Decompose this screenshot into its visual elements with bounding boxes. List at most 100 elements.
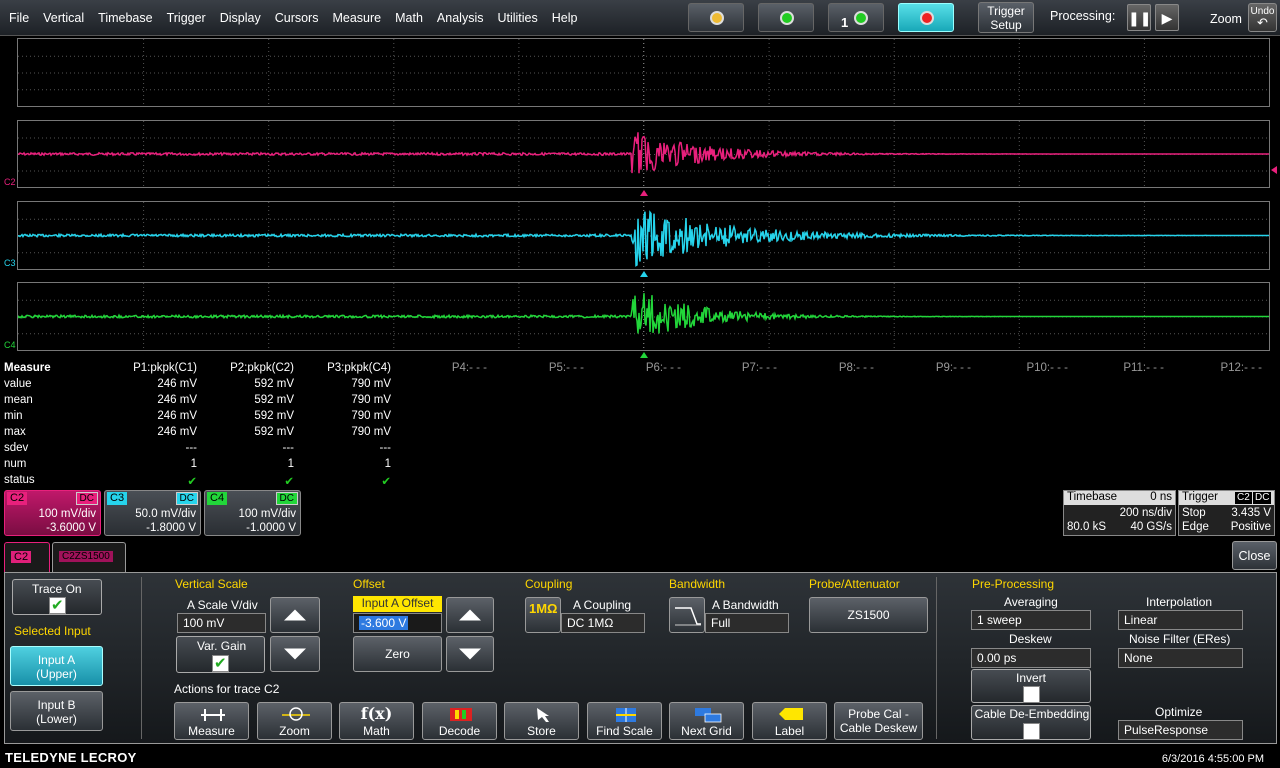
optimize-field[interactable]: PulseResponse xyxy=(1118,720,1243,740)
param-p8-name[interactable]: P8:- - - xyxy=(784,362,874,374)
auto-trigger-button[interactable] xyxy=(688,3,744,32)
action-store-button[interactable]: Store xyxy=(504,702,579,740)
menu-timebase[interactable]: Timebase xyxy=(91,0,159,36)
action-decode-label: Decode xyxy=(438,724,481,738)
trigger-slope: Positive xyxy=(1230,521,1271,533)
a-bandwidth-field[interactable]: Full xyxy=(705,613,789,633)
probe-button[interactable]: ZS1500 xyxy=(809,597,928,633)
single-trigger-icon xyxy=(854,11,868,25)
trace-on-box[interactable]: Trace On xyxy=(12,579,102,615)
measure-cell-p1-mean: 246 mV xyxy=(157,394,197,406)
action-math-button[interactable]: f(x) Math xyxy=(339,702,414,740)
tab-c2[interactable]: C2 xyxy=(4,542,50,572)
menu-measure[interactable]: Measure xyxy=(325,0,388,36)
noise-filter-field[interactable]: None xyxy=(1118,648,1243,668)
scale-down-button[interactable] xyxy=(270,636,320,672)
bandwidth-icon-button[interactable] xyxy=(669,597,705,633)
param-p4-name[interactable]: P4:- - - xyxy=(397,362,487,374)
pause-button[interactable]: ❚❚ xyxy=(1127,4,1151,31)
param-p7-name[interactable]: P7:- - - xyxy=(687,362,777,374)
trace-on-checkbox[interactable] xyxy=(49,596,66,614)
zero-offset-button[interactable]: Zero xyxy=(353,636,442,672)
timebase-descriptor[interactable]: Timebase 0 ns 200 ns/div 80.0 kS 40 GS/s xyxy=(1063,490,1176,536)
input-b-line2: (Lower) xyxy=(36,712,77,726)
c4-descriptor[interactable]: C4 DC 100 mV/div -1.0000 V xyxy=(204,490,301,536)
c2-descriptor[interactable]: C2 DC 100 mV/div -3.6000 V xyxy=(4,490,101,536)
scale-up-button[interactable] xyxy=(270,597,320,633)
action-label-button[interactable]: Label xyxy=(752,702,827,740)
menu-help[interactable]: Help xyxy=(545,0,585,36)
param-p12-name[interactable]: P12:- - - xyxy=(1172,362,1262,374)
input-b-button[interactable]: Input B (Lower) xyxy=(10,691,103,731)
param-p9-name[interactable]: P9:- - - xyxy=(881,362,971,374)
param-p1-name[interactable]: P1:pkpk(C1) xyxy=(107,362,197,374)
measure-cell-p2-status: ✔ xyxy=(284,476,294,488)
coupling-icon-button[interactable]: 1MΩ xyxy=(525,597,561,633)
measure-table[interactable]: Measure P1:pkpk(C1) P2:pkpk(C2) P3:pkpk(… xyxy=(4,362,1280,490)
menu-vertical[interactable]: Vertical xyxy=(36,0,91,36)
action-find-scale-label: Find Scale xyxy=(596,724,653,738)
a-scale-field[interactable]: 100 mV xyxy=(177,613,266,633)
cable-deembed-checkbox[interactable] xyxy=(1023,723,1040,740)
menu-analysis[interactable]: Analysis xyxy=(430,0,491,36)
menu-utilities[interactable]: Utilities xyxy=(490,0,544,36)
a-coupling-field[interactable]: DC 1MΩ xyxy=(561,613,645,633)
offset-field[interactable]: -3.600 V xyxy=(353,613,442,633)
trigger-descriptor[interactable]: Trigger C2 DC Stop 3.435 V Edge Positive xyxy=(1178,490,1275,536)
single-trigger-button[interactable]: 1 xyxy=(828,3,884,32)
offset-down-button[interactable] xyxy=(446,636,494,672)
menu-cursors[interactable]: Cursors xyxy=(268,0,326,36)
grid-c4[interactable] xyxy=(17,282,1270,351)
measure-cell-p3-mean: 790 mV xyxy=(351,394,391,406)
action-measure-button[interactable]: Measure xyxy=(174,702,249,740)
measure-header-row: Measure P1:pkpk(C1) P2:pkpk(C2) P3:pkpk(… xyxy=(4,362,1280,378)
probe-cal-button[interactable]: Probe Cal - Cable Deskew xyxy=(834,702,923,740)
tab-c2zs1500[interactable]: C2ZS1500 xyxy=(52,542,126,572)
param-p10-name[interactable]: P10:- - - xyxy=(978,362,1068,374)
deskew-field[interactable]: 0.00 ps xyxy=(971,648,1091,668)
var-gain-box[interactable]: Var. Gain xyxy=(176,636,265,673)
grid-c2[interactable] xyxy=(17,120,1270,188)
offset-up-button[interactable] xyxy=(446,597,494,633)
param-p3-name[interactable]: P3:pkpk(C4) xyxy=(301,362,391,374)
c4-axis-label: C4 xyxy=(4,340,16,350)
grid-c3[interactable] xyxy=(17,201,1270,270)
c2-offset-marker[interactable] xyxy=(1271,166,1277,174)
menu-display[interactable]: Display xyxy=(213,0,268,36)
menu-file[interactable]: File xyxy=(2,0,36,36)
normal-trigger-button[interactable] xyxy=(758,3,814,32)
c3-descriptor[interactable]: C3 DC 50.0 mV/div -1.8000 V xyxy=(104,490,201,536)
menu-trigger[interactable]: Trigger xyxy=(160,0,213,36)
param-p11-name[interactable]: P11:- - - xyxy=(1074,362,1164,374)
invert-box[interactable]: Invert xyxy=(971,669,1091,703)
invert-checkbox[interactable] xyxy=(1023,686,1040,703)
processing-label: Processing: xyxy=(1050,9,1116,23)
c2-coupling-badge: DC xyxy=(75,492,98,505)
pause-icon: ❚❚ xyxy=(1128,10,1152,26)
close-button[interactable]: Close xyxy=(1232,541,1277,570)
grid-top[interactable] xyxy=(17,38,1270,107)
menu-math[interactable]: Math xyxy=(388,0,430,36)
c2-descriptor-tag: C2 xyxy=(7,492,28,505)
averaging-field[interactable]: 1 sweep xyxy=(971,610,1091,630)
measure-row-max: max 246 mV 592 mV 790 mV xyxy=(4,426,1280,442)
action-next-grid-button[interactable]: Next Grid xyxy=(669,702,744,740)
measure-cell-p1-status: ✔ xyxy=(187,476,197,488)
play-button[interactable]: ▶ xyxy=(1155,4,1179,31)
c4-coupling-badge: DC xyxy=(275,492,298,505)
param-p2-name[interactable]: P2:pkpk(C2) xyxy=(204,362,294,374)
var-gain-checkbox[interactable] xyxy=(212,654,229,672)
interpolation-field[interactable]: Linear xyxy=(1118,610,1243,630)
undo-button[interactable]: Undo ↶ xyxy=(1248,3,1277,32)
trigger-setup-button[interactable]: Trigger Setup xyxy=(978,2,1034,33)
param-p6-name[interactable]: P6:- - - xyxy=(591,362,681,374)
action-decode-button[interactable]: Decode xyxy=(422,702,497,740)
action-find-scale-button[interactable]: Find Scale xyxy=(587,702,662,740)
stop-trigger-button[interactable] xyxy=(898,3,954,32)
action-store-label: Store xyxy=(527,724,556,738)
param-p5-name[interactable]: P5:- - - xyxy=(494,362,584,374)
action-zoom-button[interactable]: Zoom xyxy=(257,702,332,740)
cable-deembed-box[interactable]: Cable De-Embedding xyxy=(971,705,1091,740)
trigger-coupling: DC xyxy=(1253,492,1272,504)
input-a-button[interactable]: Input A (Upper) xyxy=(10,646,103,686)
